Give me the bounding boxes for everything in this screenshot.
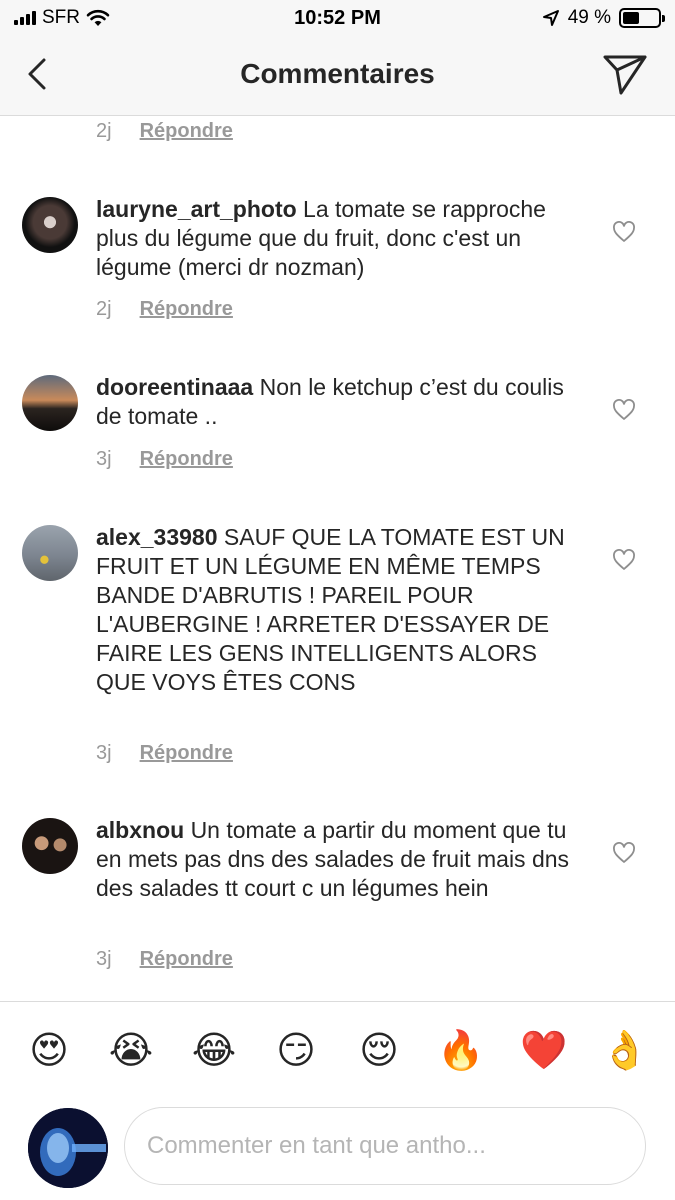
avatar[interactable] — [22, 197, 78, 253]
emoji-crying[interactable]: 😭 — [106, 1028, 156, 1074]
nav-header: Commentaires — [0, 38, 675, 116]
page-title: Commentaires — [240, 58, 435, 89]
comment-text: albxnou Un tomate a partir du moment que… — [96, 816, 586, 903]
comment-input-row — [0, 1099, 675, 1200]
comment-age: 2j — [96, 120, 112, 142]
emoji-ok-hand[interactable]: 👌 — [600, 1028, 650, 1074]
like-heart-icon[interactable] — [612, 549, 636, 571]
comment-text: lauryne_art_photo La tomate se rapproche… — [96, 195, 586, 282]
emoji-heart-eyes[interactable]: 😍 — [24, 1028, 74, 1074]
comment-username[interactable]: dooreentinaaa — [96, 374, 253, 400]
comment-meta: 2j Répondre — [96, 120, 233, 143]
status-bar: SFR 10:52 PM 49 % — [0, 0, 675, 38]
avatar[interactable] — [22, 375, 78, 431]
comment-username[interactable]: albxnou — [96, 817, 184, 843]
emoji-tears-of-joy[interactable]: 😂 — [189, 1028, 239, 1074]
reply-button[interactable]: Répondre — [140, 120, 233, 143]
comment-age: 3j — [96, 948, 112, 970]
direct-send-icon[interactable] — [601, 52, 649, 96]
comment-text: dooreentinaaa Non le ketchup c’est du co… — [96, 373, 586, 431]
avatar[interactable] — [22, 818, 78, 874]
emoji-fire[interactable]: 🔥 — [436, 1028, 486, 1074]
my-avatar — [28, 1108, 108, 1188]
reply-button[interactable]: Répondre — [140, 298, 233, 321]
my-avatar-image — [28, 1108, 108, 1188]
emoji-smirk[interactable]: 😏 — [271, 1028, 321, 1074]
emoji-red-heart[interactable]: ❤️ — [519, 1028, 569, 1074]
reply-button[interactable]: Répondre — [140, 448, 233, 471]
comment-age: 2j — [96, 298, 112, 320]
avatar[interactable] — [22, 525, 78, 581]
location-arrow-icon — [542, 10, 559, 26]
reply-button[interactable]: Répondre — [140, 742, 233, 765]
reply-button[interactable]: Répondre — [140, 948, 233, 971]
comment-meta: 3j Répondre — [96, 448, 233, 471]
like-heart-icon[interactable] — [612, 842, 636, 864]
comment-meta: 3j Répondre — [96, 948, 233, 971]
comments-list: 2j Répondre lauryne_art_photo La tomate … — [0, 117, 675, 1001]
comment-input[interactable] — [124, 1107, 646, 1185]
comment-meta: 3j Répondre — [96, 742, 233, 765]
comment-age: 3j — [96, 742, 112, 764]
battery-group: 49 % — [542, 7, 665, 29]
comment-age: 3j — [96, 448, 112, 470]
like-heart-icon[interactable] — [612, 399, 636, 421]
emoji-bar: 😍 😭 😂 😏 😌 🔥 ❤️ 👌 — [0, 1001, 675, 1099]
comment-meta: 2j Répondre — [96, 298, 233, 321]
comment-text: alex_33980 SAUF QUE LA TOMATE EST UN FRU… — [96, 523, 586, 697]
comment-username[interactable]: lauryne_art_photo — [96, 196, 297, 222]
battery-icon — [619, 8, 665, 28]
emoji-relieved[interactable]: 😌 — [354, 1028, 404, 1074]
battery-percent: 49 % — [567, 7, 611, 28]
like-heart-icon[interactable] — [612, 221, 636, 243]
comment-username[interactable]: alex_33980 — [96, 524, 218, 550]
